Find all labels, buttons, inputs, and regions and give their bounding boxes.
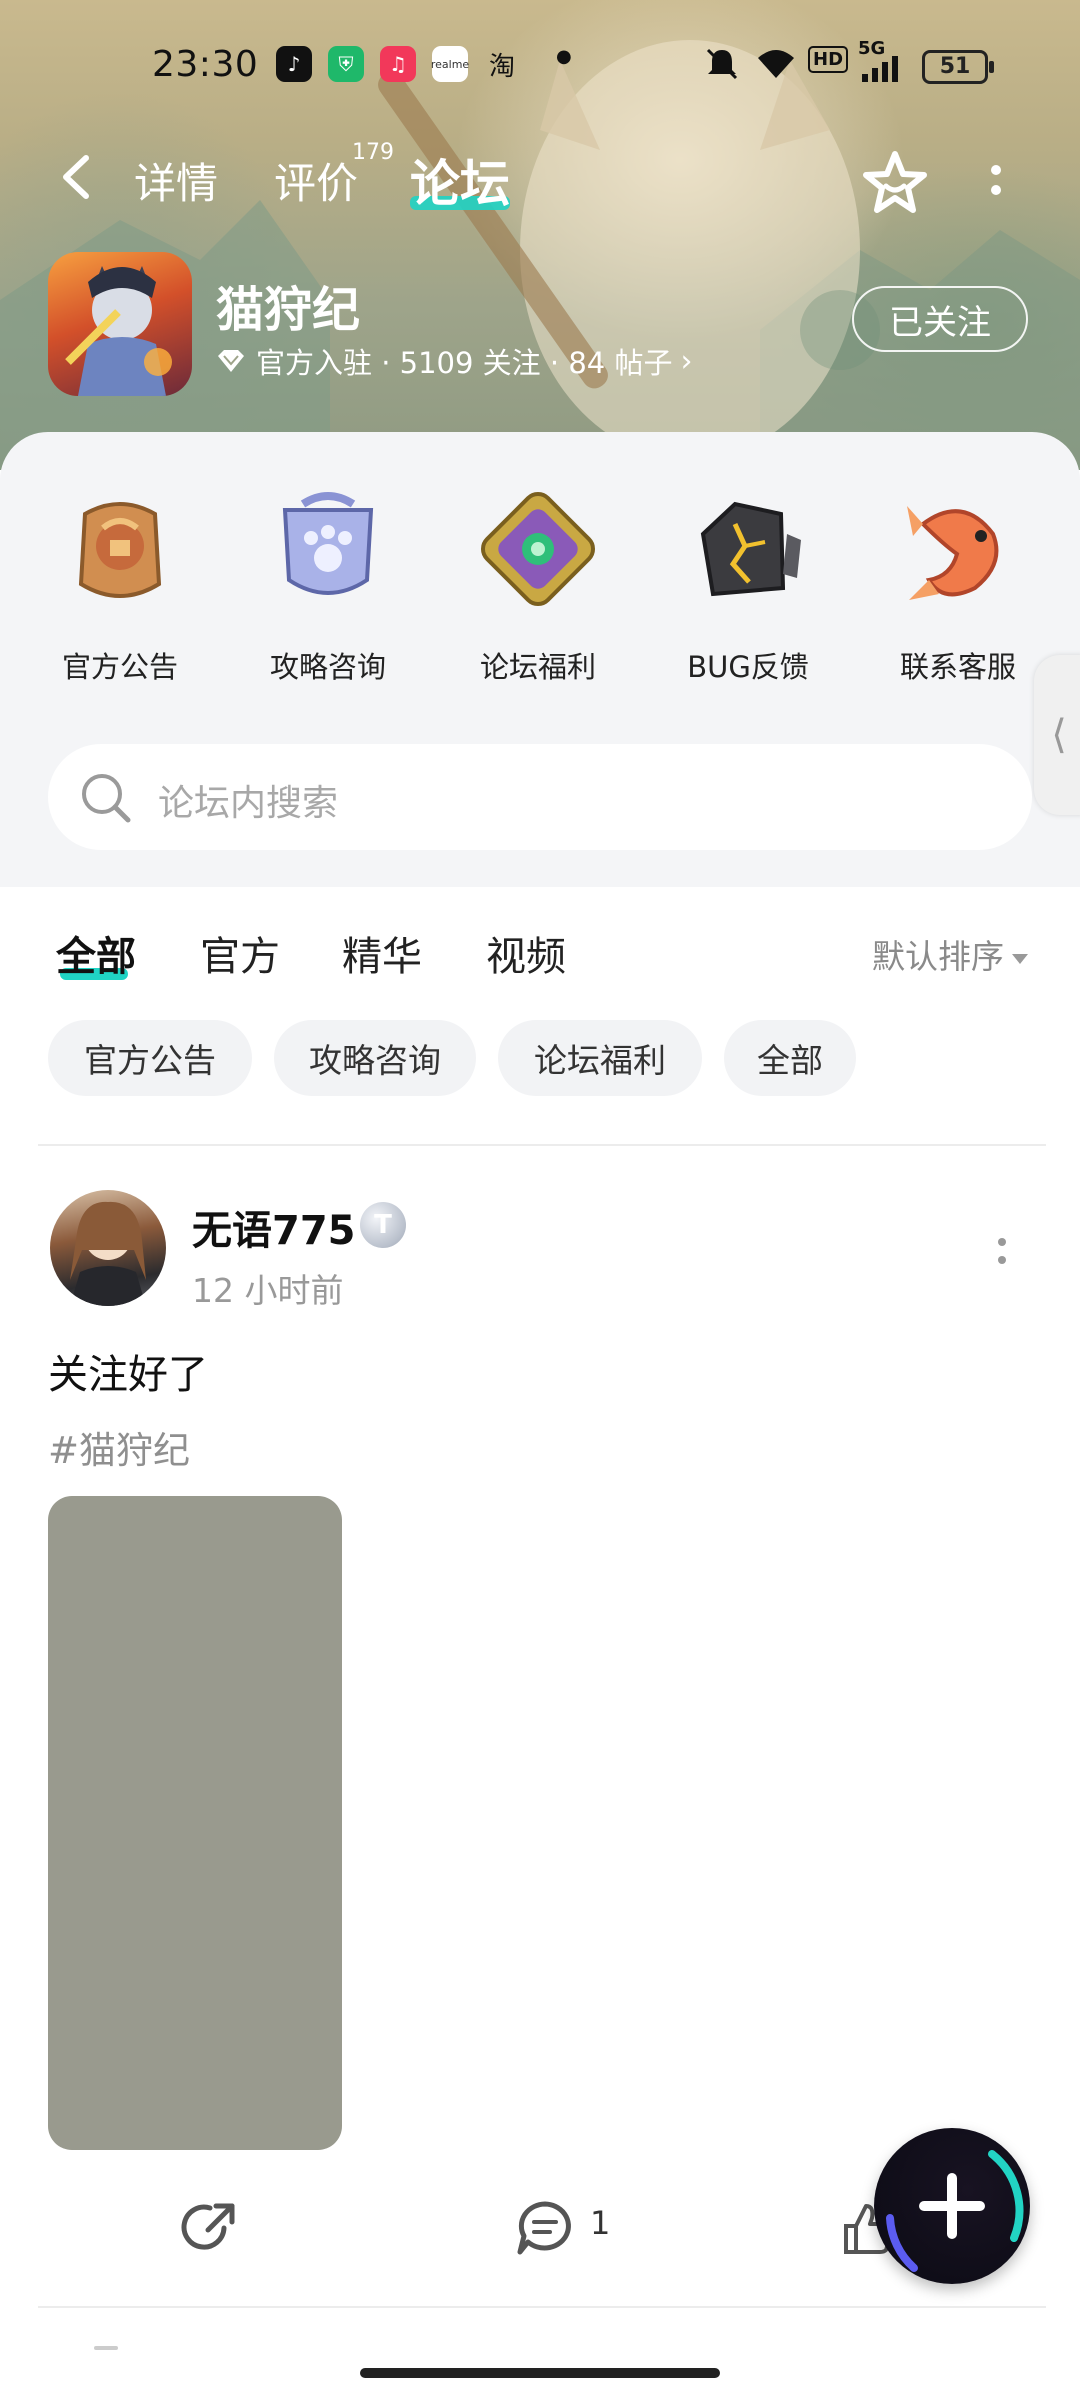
chevron-right-icon: ›: [680, 343, 693, 379]
category-forum-benefits[interactable]: 论坛福利: [448, 484, 628, 686]
forum-search-bar[interactable]: 论坛内搜索: [48, 744, 1032, 850]
sort-dropdown[interactable]: 默认排序: [872, 930, 1028, 978]
category-label: 官方公告: [61, 650, 178, 684]
realme-icon: realme: [431, 46, 469, 82]
music-icon: ♫: [380, 46, 416, 82]
status-time: 23:30: [152, 44, 259, 85]
chip-forum-benefits[interactable]: 论坛福利: [498, 1020, 702, 1096]
divider: [38, 2306, 1046, 2308]
divider: [38, 1144, 1046, 1146]
category-label: 联系客服: [899, 650, 1016, 684]
follow-button[interactable]: 已关注: [852, 286, 1028, 352]
tiktok-icon: ♪: [276, 46, 312, 82]
paw-badge-icon: [282, 492, 374, 595]
hd-icon: HD: [808, 46, 849, 73]
game-meta-text: 官方入驻 · 5109 关注 · 84 帖子: [256, 346, 673, 380]
chip-strategy-consult[interactable]: 攻略咨询: [274, 1020, 476, 1096]
avatar[interactable]: [50, 1190, 166, 1306]
game-meta-link[interactable]: 官方入驻 · 5109 关注 · 84 帖子 ›: [216, 340, 692, 382]
create-post-button[interactable]: [874, 2128, 1030, 2284]
review-count: 179: [352, 140, 394, 165]
feed-tab-official[interactable]: 官方: [200, 924, 280, 982]
avatar-art: [70, 1201, 146, 1306]
category-label: 论坛福利: [479, 650, 596, 684]
post-more-icon[interactable]: [994, 1234, 1010, 1274]
top-nav: 详情 评价 179 论坛: [0, 140, 1080, 220]
tab-forum[interactable]: 论坛: [410, 144, 510, 216]
diamond-icon: [218, 350, 244, 372]
search-input[interactable]: 论坛内搜索: [158, 774, 338, 826]
announcement-badge-icon: [78, 502, 162, 598]
dropdown-triangle-icon: [1012, 953, 1028, 964]
post-content: 关注好了: [48, 1352, 208, 1398]
game-icon-art: [65, 266, 172, 396]
wifi-icon: [758, 50, 794, 78]
more-options-icon[interactable]: [984, 160, 1008, 208]
signal-icon: [862, 56, 898, 82]
plus-icon: [919, 2173, 985, 2239]
next-post-peek: [94, 2346, 118, 2350]
feed-tabs: 全部 官方 精华 视频 默认排序: [0, 918, 1080, 988]
tab-details[interactable]: 详情: [134, 150, 218, 211]
favorite-star-icon[interactable]: [860, 148, 930, 218]
search-icon: [82, 774, 131, 823]
share-icon[interactable]: [180, 2198, 240, 2258]
sort-label: 默认排序: [872, 937, 1004, 976]
dot-icon: ●: [556, 46, 572, 67]
game-title: 猫狩纪: [216, 282, 361, 338]
chevron-left-icon: ⟨: [1051, 712, 1067, 758]
mute-icon: [706, 48, 738, 80]
battery-indicator: 51: [922, 50, 994, 84]
feed-tab-video[interactable]: 视频: [486, 924, 566, 982]
chip-official-announcement[interactable]: 官方公告: [48, 1020, 252, 1096]
game-info: 猫狩纪 官方入驻 · 5109 关注 · 84 帖子 › 已关注: [0, 248, 1080, 398]
chip-all[interactable]: 全部: [724, 1020, 856, 1096]
taobao-icon: 淘: [488, 51, 515, 82]
feed-tab-featured[interactable]: 精华: [342, 924, 422, 982]
user-level-badge: T: [360, 1202, 406, 1248]
shield-icon: ⛨: [328, 46, 364, 82]
category-label: BUG反馈: [687, 650, 809, 684]
category-official-announcement[interactable]: 官方公告: [30, 484, 210, 686]
comment-icon[interactable]: [514, 2198, 576, 2258]
post-author-name[interactable]: 无语775: [192, 1198, 356, 1256]
feed-tab-all[interactable]: 全部: [56, 924, 136, 982]
category-label: 攻略咨询: [269, 650, 386, 684]
cracked-stone-icon: [700, 501, 801, 597]
category-strategy-consult[interactable]: 攻略咨询: [238, 484, 418, 686]
game-icon[interactable]: [48, 252, 192, 396]
back-arrow-icon[interactable]: [56, 152, 100, 202]
header-banner: 23:30 ♪ ⛨ ♫ realme 淘 ● HD 5G 51 详情 评价 17…: [0, 0, 1080, 470]
gem-badge-icon: [480, 491, 596, 607]
koi-fish-icon: [907, 506, 999, 600]
home-indicator[interactable]: [360, 2368, 720, 2378]
post-timestamp: 12 小时前: [192, 1271, 344, 1310]
comment-count: 1: [590, 2204, 611, 2242]
post-image-placeholder[interactable]: [48, 1496, 342, 2150]
tab-reviews[interactable]: 评价: [274, 150, 358, 211]
post-topic-tag[interactable]: #猫狩纪: [48, 1420, 190, 1474]
category-customer-service[interactable]: 联系客服: [868, 484, 1048, 686]
side-drawer-handle[interactable]: ⟨: [1034, 655, 1080, 815]
category-bug-report[interactable]: BUG反馈: [658, 484, 838, 686]
status-bar: 23:30 ♪ ⛨ ♫ realme 淘 ● HD 5G 51: [0, 38, 1080, 98]
